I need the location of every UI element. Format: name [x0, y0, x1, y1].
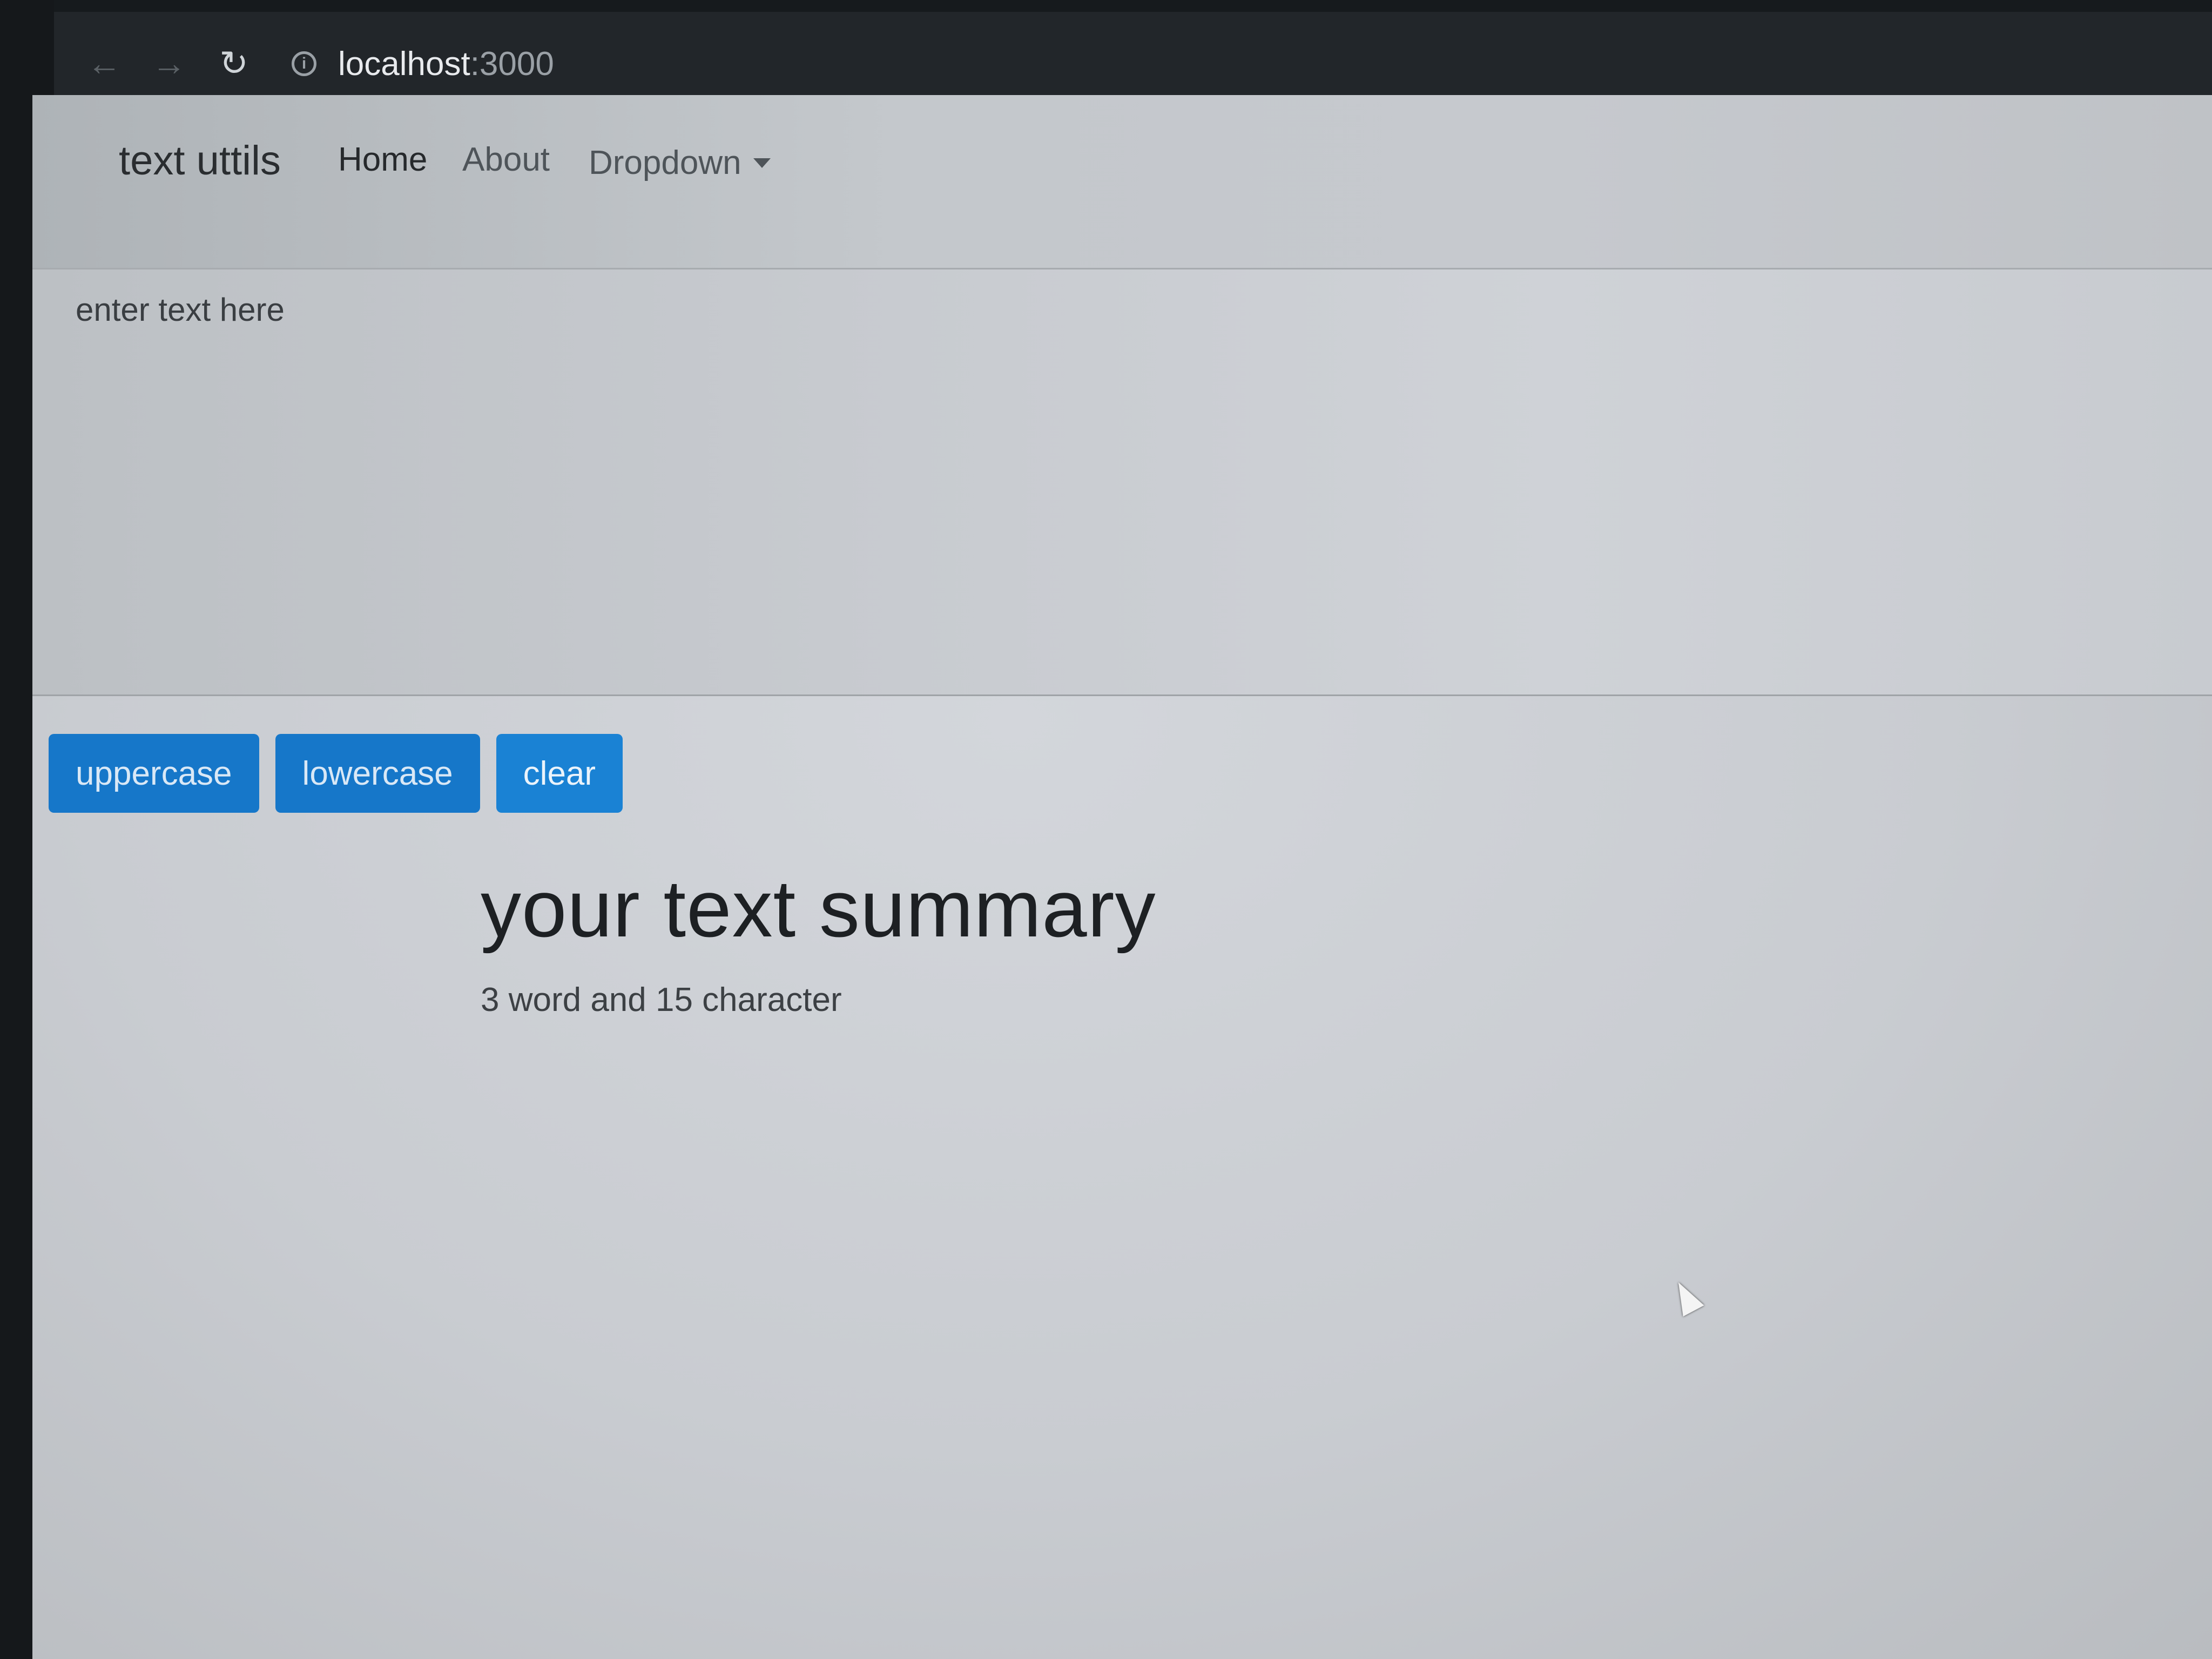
forward-button[interactable]: → — [146, 40, 192, 86]
lowercase-button[interactable]: lowercase — [275, 734, 480, 813]
nav-link-about[interactable]: About — [462, 140, 550, 179]
caret-down-icon — [753, 158, 771, 168]
arrow-left-icon: ← — [87, 44, 122, 83]
page-viewport: text uttils Home About Dropdown uppercas… — [32, 95, 2212, 1659]
url-host: localhost — [338, 45, 470, 83]
summary-counts: 3 word and 15 character — [481, 981, 842, 1019]
info-icon[interactable]: i — [292, 51, 316, 76]
action-buttons: uppercase lowercase clear — [49, 734, 623, 813]
uppercase-button[interactable]: uppercase — [49, 734, 259, 813]
address-bar[interactable]: i localhost :3000 — [292, 37, 2182, 91]
nav-link-home[interactable]: Home — [338, 140, 427, 179]
clear-button[interactable]: clear — [496, 734, 623, 813]
navbar: text uttils Home About Dropdown — [32, 95, 2212, 269]
arrow-right-icon: → — [152, 44, 186, 83]
nav-dropdown-toggle[interactable]: Dropdown — [589, 144, 771, 182]
summary-heading: your text summary — [481, 863, 1156, 954]
browser-toolbar: ← → ↻ i localhost :3000 — [54, 0, 2212, 95]
back-button[interactable]: ← — [81, 40, 127, 86]
navbar-brand[interactable]: text uttils — [119, 137, 281, 184]
mouse-pointer-icon — [1668, 1277, 1704, 1317]
text-input-area[interactable] — [32, 269, 2212, 696]
url-port: :3000 — [470, 45, 554, 83]
nav-dropdown-label: Dropdown — [589, 144, 741, 181]
screen: ← → ↻ i localhost :3000 text uttils Home… — [0, 0, 2212, 1659]
reload-icon: ↻ — [219, 44, 248, 83]
reload-button[interactable]: ↻ — [211, 40, 257, 86]
